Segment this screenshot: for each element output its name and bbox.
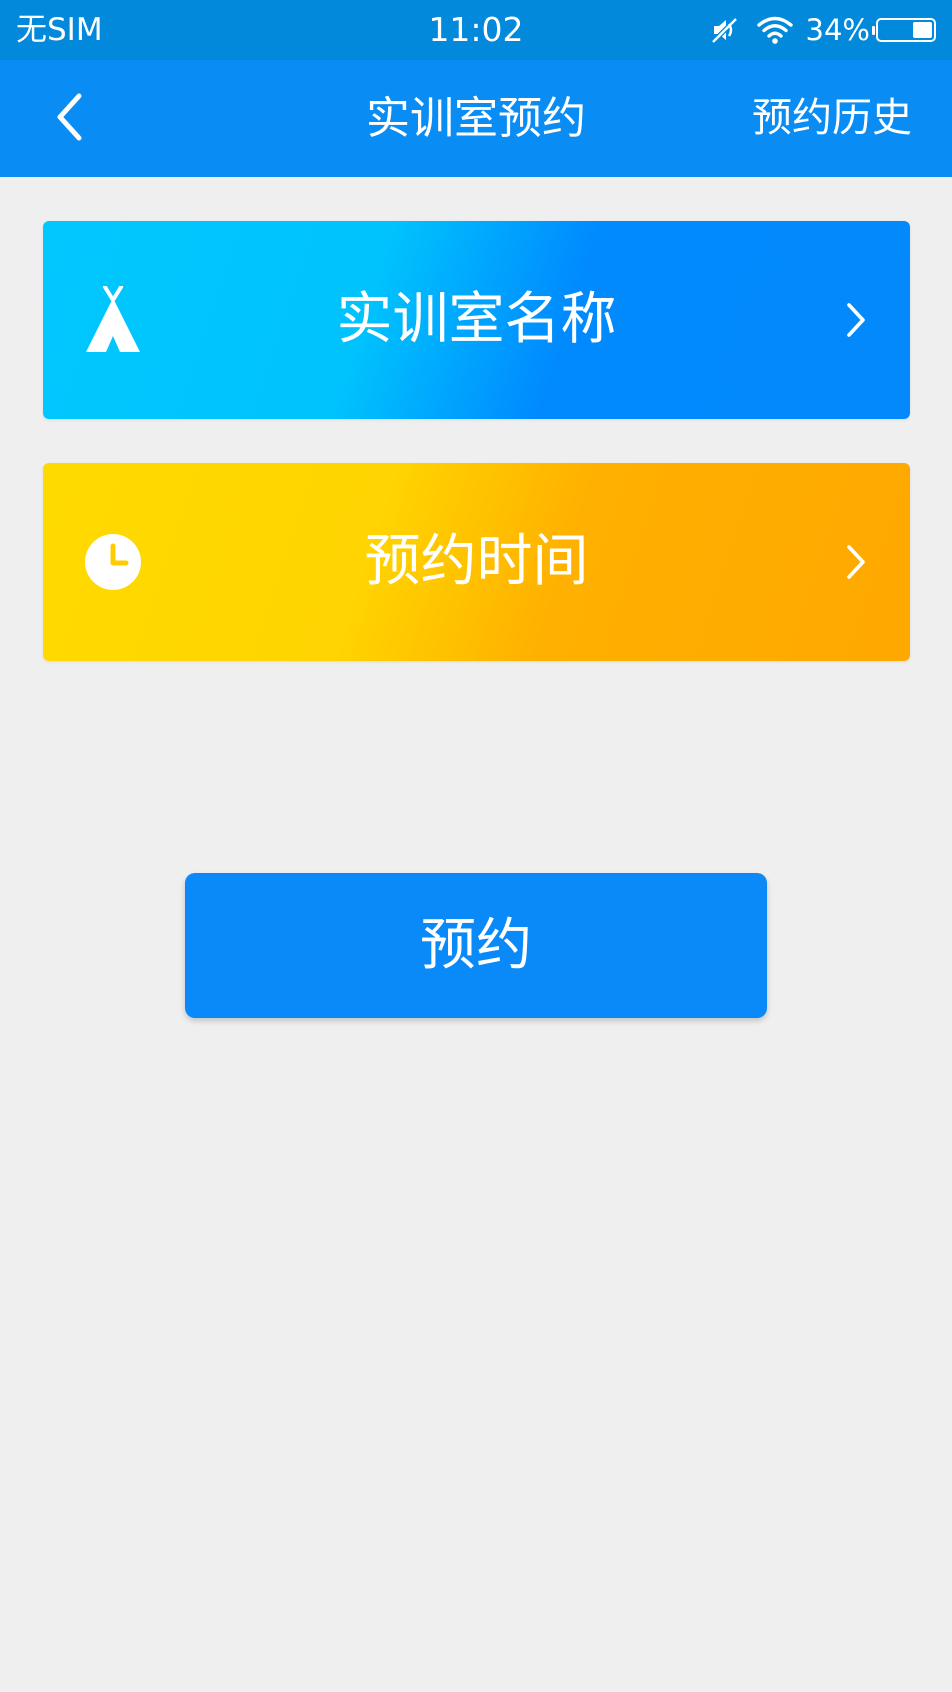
reserve-button[interactable]: 预约: [185, 873, 767, 1018]
nav-bar: 实训室预约 预约历史: [0, 60, 952, 177]
reservation-time-card[interactable]: 预约时间: [43, 463, 910, 661]
room-name-label: 实训室名称: [336, 287, 617, 352]
battery-percent: 34%: [805, 13, 870, 47]
room-name-card[interactable]: 实训室名称: [43, 221, 910, 419]
back-button[interactable]: [34, 84, 104, 154]
status-bar: 无SIM 11:02 34%: [0, 0, 952, 60]
history-button[interactable]: 预约历史: [752, 60, 912, 177]
reservation-time-label: 预约时间: [364, 529, 589, 594]
chevron-left-icon: [52, 92, 86, 146]
wifi-icon: [756, 15, 794, 45]
mute-icon: [710, 15, 740, 45]
chevron-right-icon: [836, 542, 876, 582]
chevron-right-icon: [836, 300, 876, 340]
battery-icon: [872, 18, 936, 42]
status-indicators: 34%: [710, 12, 936, 48]
battery-level-fill: [912, 22, 932, 38]
